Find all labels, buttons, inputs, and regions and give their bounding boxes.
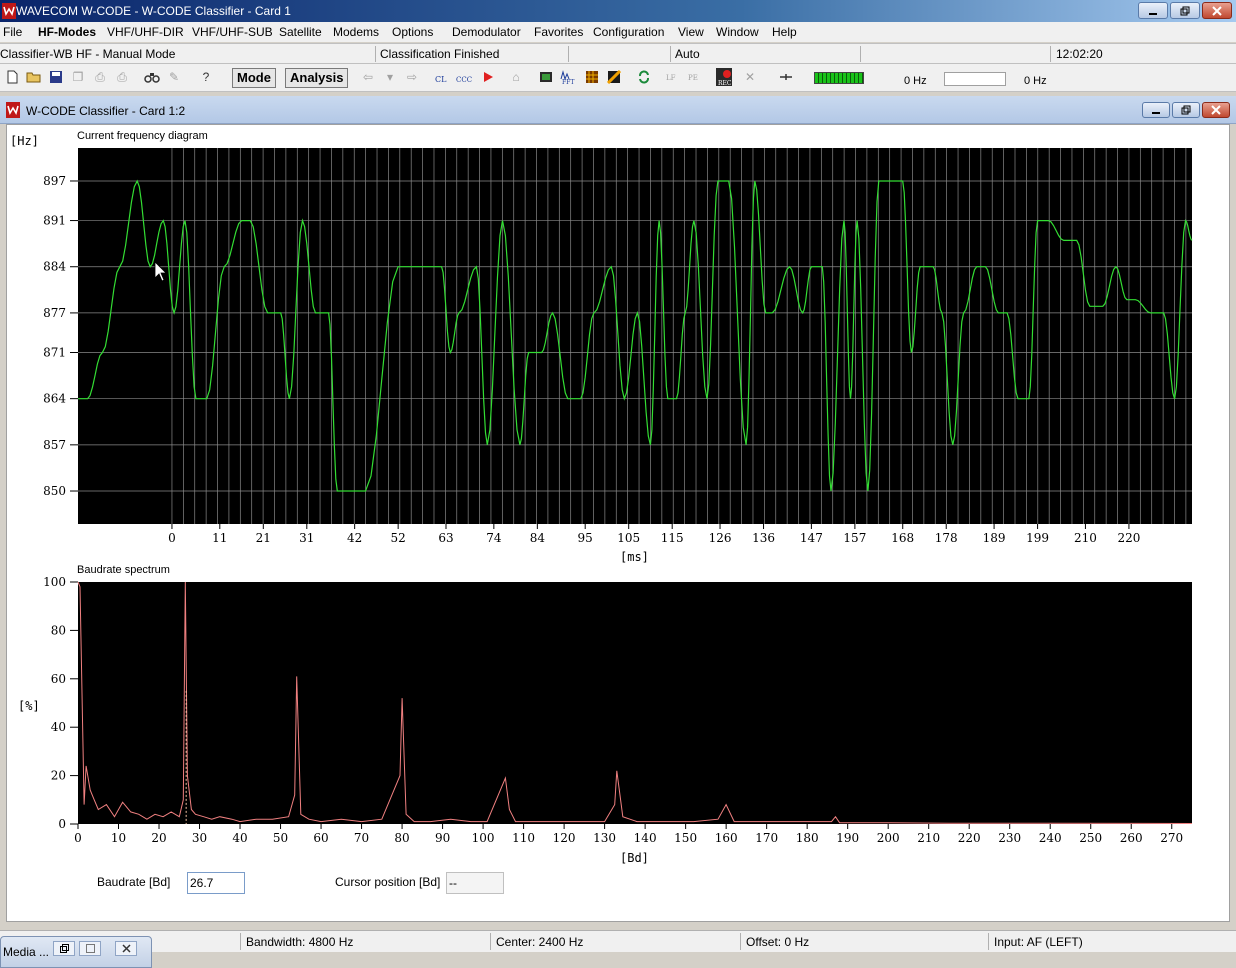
baudrate-input[interactable] <box>187 872 245 894</box>
restore-icon <box>59 944 69 953</box>
baud-x-tick-label: 230 <box>998 831 1021 845</box>
baud-x-tick-label: 240 <box>1039 831 1062 845</box>
input-status: Input: AF (LEFT) <box>994 935 1083 949</box>
center-status: Center: 2400 Hz <box>496 935 584 949</box>
baud-x-tick-label: 50 <box>273 831 288 845</box>
baud-x-tick-label: 20 <box>151 831 166 845</box>
media-minimized-window[interactable]: Media ... <box>0 936 152 968</box>
status-divider <box>490 933 491 950</box>
baud-x-tick-label: 260 <box>1120 831 1143 845</box>
cursor-position-label: Cursor position [Bd] <box>335 875 441 889</box>
baud-x-tick-label: 30 <box>192 831 207 845</box>
media-close-button[interactable] <box>115 941 137 956</box>
baud-x-tick-label: 270 <box>1160 831 1183 845</box>
baud-x-tick-label: 130 <box>593 831 616 845</box>
baud-x-tick-label: 150 <box>674 831 697 845</box>
baud-x-tick-label: 180 <box>796 831 819 845</box>
baud-y-tick-label: 0 <box>58 817 66 831</box>
baud-x-tick-label: 60 <box>313 831 328 845</box>
baud-plot-background <box>78 582 1192 824</box>
baud-y-tick-label: 20 <box>51 769 66 783</box>
baud-x-tick-label: 100 <box>472 831 495 845</box>
baud-x-tick-label: 70 <box>354 831 369 845</box>
media-restore-button[interactable] <box>53 941 75 956</box>
baud-x-tick-label: 80 <box>394 831 409 845</box>
baud-x-tick-label: 200 <box>877 831 900 845</box>
baud-x-tick-label: 250 <box>1079 831 1102 845</box>
baud-x-tick-label: 0 <box>74 831 82 845</box>
cursor-position-value: -- <box>446 872 504 894</box>
baud-x-tick-label: 170 <box>755 831 778 845</box>
baud-y-tick-label: 60 <box>51 672 66 686</box>
baudrate-spectrum[interactable]: 0 20 40 60 80 100 0 10 20 30 40 50 60 70 80 90 100 110 120… <box>0 0 1236 968</box>
offset-status: Offset: 0 Hz <box>746 935 810 949</box>
status-divider <box>740 933 741 950</box>
baud-x-tick-label: 220 <box>958 831 981 845</box>
media-window-title: Media ... <box>3 945 50 959</box>
baud-y-tick-label: 100 <box>43 575 66 589</box>
baud-x-tick-label: 110 <box>512 831 535 845</box>
media-maximize-button[interactable] <box>79 941 101 956</box>
baud-x-tick-label: 40 <box>232 831 247 845</box>
baud-x-tick-label: 190 <box>836 831 859 845</box>
status-divider <box>988 933 989 950</box>
baud-x-tick-label: 160 <box>715 831 738 845</box>
baud-y-tick-label: 80 <box>51 623 66 637</box>
baud-y-tick-label: 40 <box>51 720 66 734</box>
baud-x-tick-label: 140 <box>634 831 657 845</box>
baud-x-tick-label: 10 <box>111 831 126 845</box>
bandwidth-status: Bandwidth: 4800 Hz <box>246 935 354 949</box>
baud-x-tick-label: 90 <box>435 831 450 845</box>
baud-x-tick-label: 120 <box>553 831 576 845</box>
status-divider <box>240 933 241 950</box>
close-icon <box>121 944 131 953</box>
baud-x-tick-label: 210 <box>917 831 940 845</box>
bottom-status-bar: Bandwidth: 4800 Hz Center: 2400 Hz Offse… <box>0 930 1236 952</box>
maximize-icon <box>85 944 95 953</box>
baudrate-label: Baudrate [Bd] <box>97 875 171 889</box>
